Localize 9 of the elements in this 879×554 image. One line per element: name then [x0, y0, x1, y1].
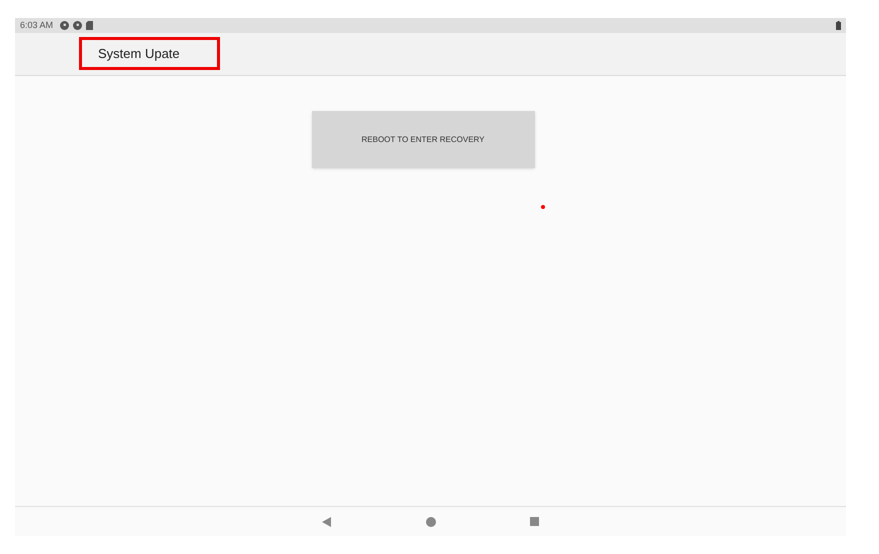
reboot-button[interactable]: REBOOT TO ENTER RECOVERY	[312, 111, 534, 168]
notification-icon	[60, 21, 70, 30]
sd-card-icon	[86, 21, 94, 30]
home-icon[interactable]	[426, 516, 436, 526]
app-title: System Upate	[98, 45, 180, 64]
back-icon[interactable]	[322, 516, 332, 526]
status-time: 6:03 AM	[20, 21, 54, 30]
notification-icon	[73, 21, 82, 30]
battery-icon	[836, 21, 841, 30]
